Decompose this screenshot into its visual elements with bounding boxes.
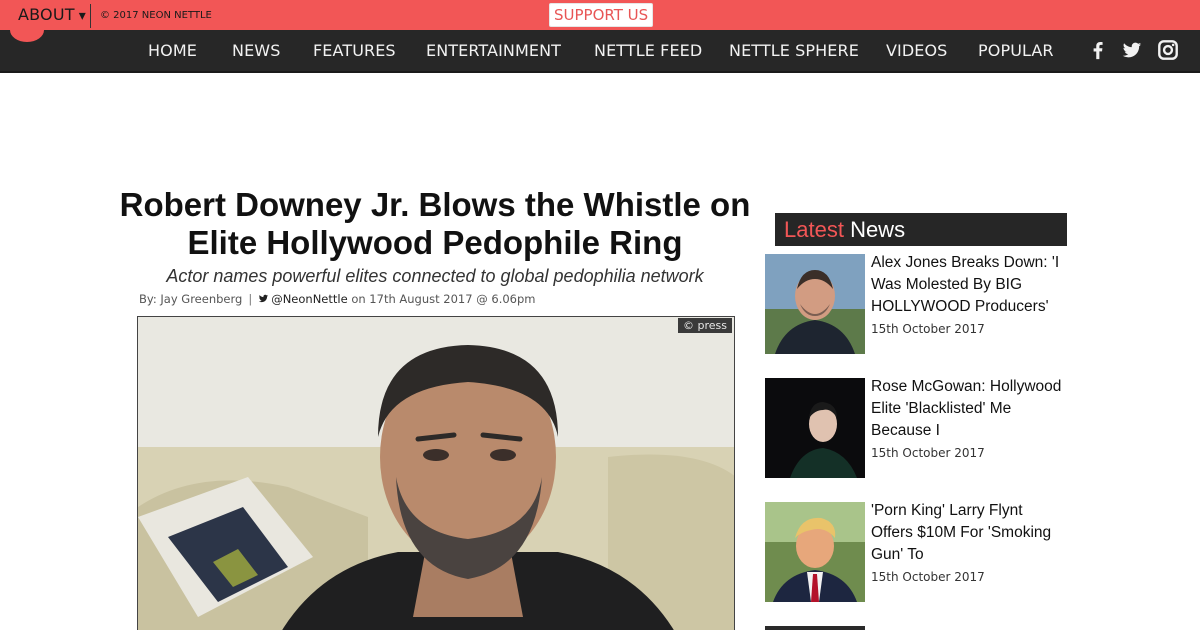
heading-accent: Latest [784,217,844,242]
story-photo [765,378,865,478]
hero-photo [138,317,734,630]
publish-date: on 17th August 2017 @ 6.06pm [351,292,536,306]
nav-item-home[interactable]: HOME [148,41,197,60]
nav-item-entertainment[interactable]: ENTERTAINMENT [426,41,561,60]
list-item[interactable]: 'Porn King' Larry Flynt Offers $10M For … [765,502,1065,602]
story-date: 15th October 2017 [871,570,985,584]
twitter-icon [259,294,269,303]
byline-divider: | [248,292,253,306]
nav-item-nettle-sphere[interactable]: NETTLE SPHERE [729,41,859,60]
list-item[interactable]: Rose McGowan: Hollywood Elite 'Blacklist… [765,378,1065,478]
article-subhead: Actor names powerful elites connected to… [166,266,704,286]
story-title[interactable]: Alex Jones Breaks Down: 'I Was Molested … [871,252,1067,318]
nav-item-videos[interactable]: VIDEOS [886,41,947,60]
story-date: 15th October 2017 [871,322,985,336]
story-photo [765,254,865,354]
image-credit: © press [678,318,732,333]
author-name[interactable]: By: Jay Greenberg [139,292,242,306]
latest-news-heading: Latest News [775,213,1067,246]
headline-line-1: Robert Downey Jr. Blows the Whistle on [119,186,751,223]
logo-mark [10,30,44,42]
twitter-icon[interactable] [1121,39,1143,63]
hero-image: © press [137,316,735,630]
list-item[interactable]: Alex Jones Breaks Down: 'I Was Molested … [765,254,1065,354]
nav-item-features[interactable]: FEATURES [313,41,396,60]
article-headline: Robert Downey Jr. Blows the Whistle on E… [110,186,760,262]
support-us-button[interactable]: SUPPORT US [549,3,654,27]
story-date: 15th October 2017 [871,446,985,460]
headline-line-2: Elite Hollywood Pedophile Ring [187,224,683,261]
about-label: ABOUT [18,5,75,24]
story-thumbnail[interactable] [765,378,865,478]
instagram-icon[interactable] [1157,39,1179,63]
twitter-handle[interactable]: @NeonNettle [271,292,347,306]
story-thumbnail-partial[interactable] [765,626,865,630]
nav-item-news[interactable]: NEWS [232,41,280,60]
heading-rest: News [850,217,906,242]
story-title[interactable]: 'Porn King' Larry Flynt Offers $10M For … [871,500,1067,566]
story-thumbnail[interactable] [765,254,865,354]
divider [90,4,91,28]
top-bar: ABOUT ▾ © 2017 NEON NETTLE SUPPORT US [0,0,1200,30]
chevron-down-icon: ▾ [78,8,86,24]
nav-item-nettle-feed[interactable]: NETTLE FEED [594,41,702,60]
nav-item-popular[interactable]: POPULAR [978,41,1054,60]
story-thumbnail[interactable] [765,502,865,602]
story-photo [765,502,865,602]
site-logo[interactable] [10,30,44,42]
article-byline: By: Jay Greenberg | @NeonNettle on 17th Au… [139,292,535,306]
copyright-text: © 2017 NEON NETTLE [100,10,212,21]
about-menu[interactable]: ABOUT ▾ [18,5,86,24]
story-title[interactable]: Rose McGowan: Hollywood Elite 'Blacklist… [871,376,1067,442]
main-nav: HOME NEWS FEATURES ENTERTAINMENT NETTLE … [0,30,1200,73]
facebook-icon[interactable] [1087,39,1109,63]
